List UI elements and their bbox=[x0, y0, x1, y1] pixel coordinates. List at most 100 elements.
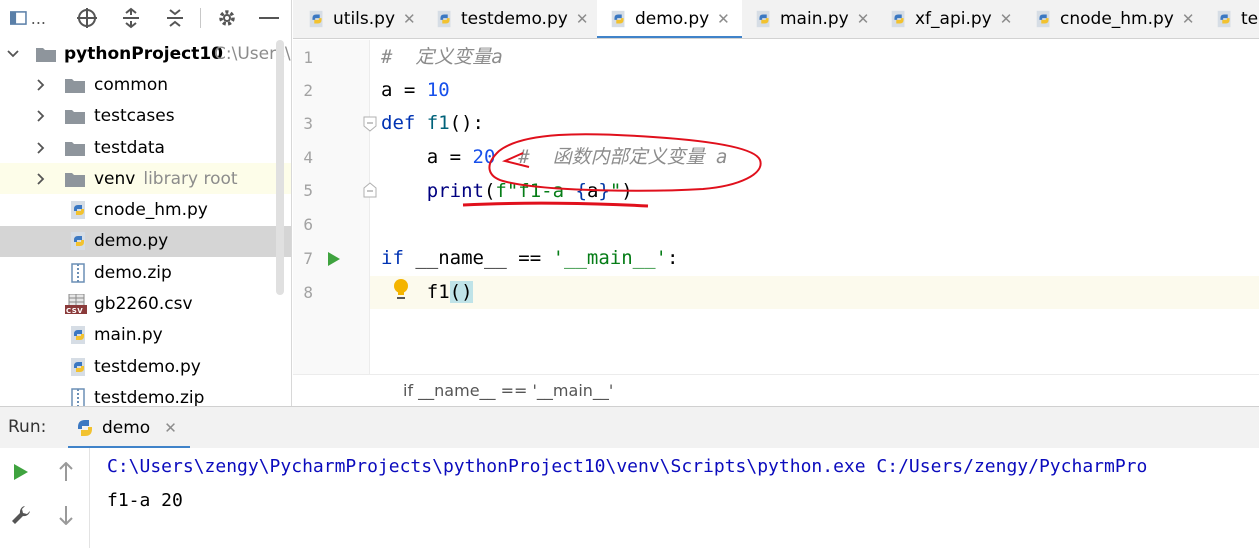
tree-item-label: cnode_hm.py bbox=[94, 200, 208, 221]
gear-icon bbox=[219, 10, 235, 26]
project-toolbar: ... bbox=[0, 0, 291, 36]
python-file-icon bbox=[71, 357, 85, 376]
project-scrollbar[interactable] bbox=[276, 40, 284, 295]
console-command-line: C:\Users\zengy\PycharmProjects\pythonPro… bbox=[107, 456, 1148, 477]
settings-button[interactable] bbox=[212, 0, 242, 36]
tree-item-testcases[interactable]: testcases bbox=[0, 101, 291, 132]
close-icon[interactable]: ✕ bbox=[857, 10, 870, 28]
close-icon[interactable]: ✕ bbox=[1182, 10, 1195, 28]
close-icon[interactable]: ✕ bbox=[576, 10, 589, 28]
toolbar-divider bbox=[200, 8, 201, 28]
tree-item-gb2260-csv[interactable]: CSV gb2260.csv bbox=[0, 288, 291, 319]
editor-breadcrumb[interactable]: if __name__ == '__main__' bbox=[293, 374, 1259, 406]
minus-icon bbox=[259, 17, 279, 19]
tree-item-label: gb2260.csv bbox=[94, 294, 193, 315]
code-editor[interactable]: 1 2 3 4 5 6 7 8 # 定义变量a a = 10 def f1():… bbox=[293, 40, 1259, 374]
folder-icon bbox=[36, 47, 56, 62]
chevron-right-icon[interactable] bbox=[34, 172, 48, 186]
run-tab-demo[interactable]: demo ✕ bbox=[68, 407, 190, 449]
tree-item-main-py[interactable]: main.py bbox=[0, 320, 291, 351]
tree-item-cnode-hm-py[interactable]: cnode_hm.py bbox=[0, 194, 291, 225]
tree-item-testdata[interactable]: testdata bbox=[0, 132, 291, 163]
folder-icon bbox=[65, 110, 85, 125]
scroll-down-button[interactable] bbox=[52, 501, 80, 529]
locate-file-button[interactable] bbox=[72, 0, 102, 36]
python-file-icon bbox=[1036, 10, 1050, 28]
project-view-button[interactable]: ... bbox=[10, 0, 46, 36]
csv-badge: CSV bbox=[66, 307, 84, 316]
chevron-right-icon[interactable] bbox=[34, 109, 48, 123]
chevron-down-icon[interactable] bbox=[6, 47, 20, 61]
project-view-more: ... bbox=[30, 8, 46, 28]
console-output-line: f1-a 20 bbox=[107, 490, 183, 511]
close-icon[interactable]: ✕ bbox=[403, 10, 416, 28]
tree-item-testdemo-py[interactable]: testdemo.py bbox=[0, 351, 291, 382]
hide-panel-button[interactable] bbox=[254, 0, 284, 36]
play-icon bbox=[14, 464, 28, 480]
run-panel-header: Run: demo ✕ bbox=[0, 406, 1259, 449]
tree-item-demo-py[interactable]: demo.py bbox=[0, 225, 291, 258]
tree-item-label: testdata bbox=[94, 137, 165, 158]
run-label: Run: bbox=[8, 417, 47, 437]
run-panel-body: C:\Users\zengy\PycharmProjects\pythonPro… bbox=[0, 448, 1259, 548]
tree-item-label: demo.zip bbox=[94, 262, 172, 283]
tree-item-label: demo.py bbox=[94, 231, 169, 252]
tree-root[interactable]: pythonProject10 C:\Users\z bbox=[0, 38, 291, 69]
tab-label: te bbox=[1241, 9, 1259, 29]
python-file-icon bbox=[309, 10, 323, 28]
crosshair-icon bbox=[77, 8, 97, 28]
tab-te-truncated[interactable]: te bbox=[1215, 0, 1258, 38]
python-file-icon bbox=[611, 10, 625, 28]
tree-item-demo-zip[interactable]: demo.zip bbox=[0, 257, 291, 288]
window-icon bbox=[10, 11, 27, 25]
project-root-name: pythonProject10 bbox=[64, 43, 224, 64]
tab-demo-py[interactable]: demo.py ✕ bbox=[597, 0, 742, 38]
python-file-icon bbox=[1217, 10, 1231, 28]
library-root-hint: library root bbox=[143, 168, 238, 189]
expand-all-icon bbox=[123, 7, 139, 29]
breadcrumb-item[interactable]: if __name__ == '__main__' bbox=[403, 381, 613, 400]
tab-label: demo.py bbox=[635, 9, 710, 29]
python-file-icon bbox=[891, 10, 905, 28]
tab-utils-py[interactable]: utils.py ✕ bbox=[307, 0, 416, 38]
folder-icon bbox=[65, 141, 85, 156]
folder-icon bbox=[65, 172, 85, 187]
run-settings-button[interactable] bbox=[7, 501, 35, 529]
chevron-right-icon[interactable] bbox=[34, 78, 48, 92]
scroll-up-button[interactable] bbox=[52, 458, 80, 486]
tree-item-label: main.py bbox=[94, 325, 163, 346]
tab-cnode-hm-py[interactable]: cnode_hm.py ✕ bbox=[1034, 0, 1194, 38]
tab-main-py[interactable]: main.py ✕ bbox=[754, 0, 869, 38]
rerun-button[interactable] bbox=[7, 458, 35, 486]
python-file-icon bbox=[71, 326, 85, 345]
archive-file-icon bbox=[71, 262, 85, 283]
chevron-right-icon[interactable] bbox=[34, 141, 48, 155]
tree-item-label: testdemo.zip bbox=[94, 387, 205, 406]
close-icon[interactable]: ✕ bbox=[717, 10, 730, 28]
arrow-up-icon bbox=[59, 462, 73, 481]
wrench-icon bbox=[12, 506, 30, 524]
tree-item-label: venv bbox=[94, 168, 136, 189]
tree-item-label: testcases bbox=[94, 106, 175, 127]
tab-label: testdemo.py bbox=[461, 9, 568, 29]
tree-item-common[interactable]: common bbox=[0, 69, 291, 100]
collapse-all-button[interactable] bbox=[160, 0, 190, 36]
python-file-icon bbox=[71, 201, 85, 220]
project-panel: ... pythonProject10 C:\Users\z common te… bbox=[0, 0, 292, 406]
tab-label: utils.py bbox=[333, 9, 395, 29]
tree-item-testdemo-zip[interactable]: testdemo.zip bbox=[0, 382, 291, 406]
project-tree: pythonProject10 C:\Users\z common testca… bbox=[0, 38, 291, 406]
python-file-icon bbox=[71, 232, 85, 251]
tree-item-venv[interactable]: venv library root bbox=[0, 163, 291, 195]
close-icon[interactable]: ✕ bbox=[1000, 10, 1013, 28]
tree-item-label: testdemo.py bbox=[94, 356, 201, 377]
tab-testdemo-py[interactable]: testdemo.py ✕ bbox=[435, 0, 588, 38]
tab-xf-api-py[interactable]: xf_api.py ✕ bbox=[889, 0, 1012, 38]
expand-all-button[interactable] bbox=[116, 0, 146, 36]
tab-label: xf_api.py bbox=[915, 9, 992, 29]
close-icon[interactable]: ✕ bbox=[164, 419, 177, 437]
folder-icon bbox=[65, 78, 85, 93]
arrow-down-icon bbox=[59, 506, 73, 525]
archive-file-icon bbox=[71, 388, 85, 406]
python-file-icon bbox=[437, 10, 451, 28]
